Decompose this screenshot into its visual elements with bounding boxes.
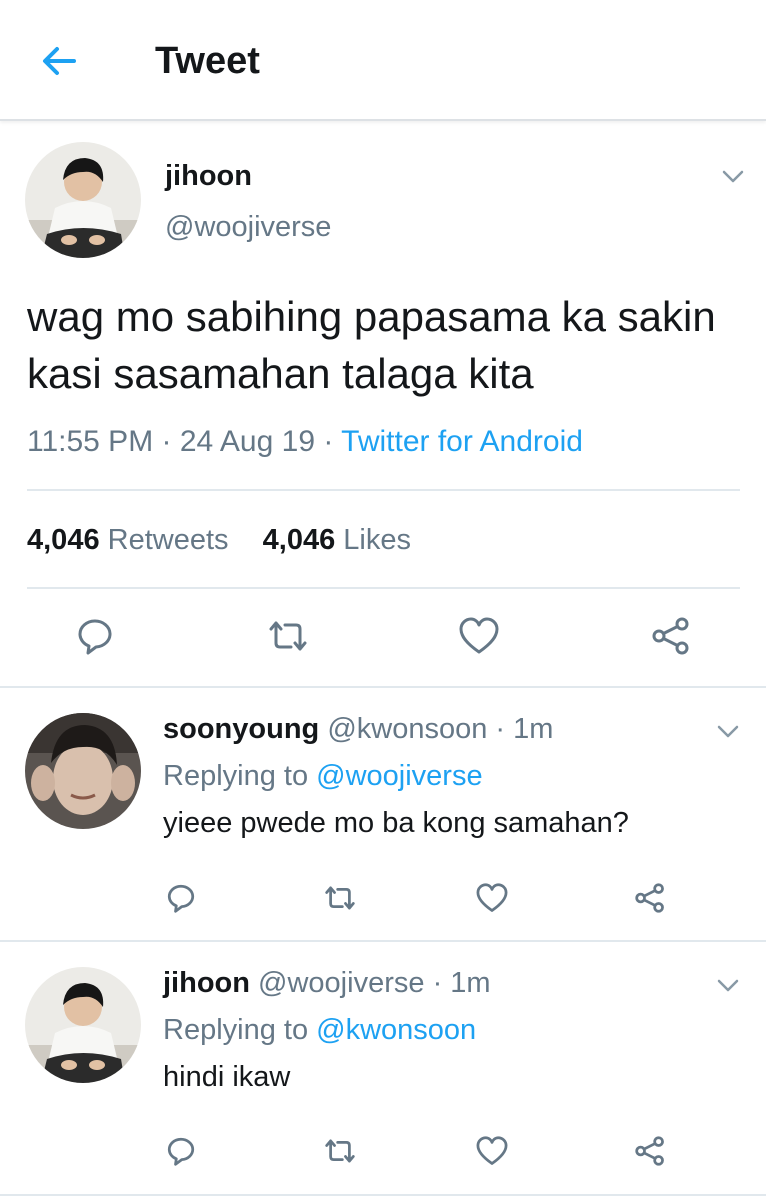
retweets-count: 4,046 [27, 524, 100, 556]
reply-author-line: soonyoung @kwonsoon · 1m [163, 709, 553, 749]
like-button[interactable] [474, 880, 510, 916]
meta-separator: · [323, 425, 334, 458]
author-handle[interactable]: @woojiverse [165, 208, 331, 246]
like-button[interactable] [474, 1133, 510, 1169]
page-title: Tweet [155, 40, 260, 82]
avatar[interactable] [25, 713, 141, 829]
divider [0, 686, 766, 688]
retweets-label: Retweets [107, 524, 229, 556]
reply-time: 1m [513, 713, 554, 745]
tweet-stats: 4,046 Retweets 4,046 Likes [27, 518, 411, 562]
share-button[interactable] [632, 880, 668, 916]
reply-text: yieee pwede mo ba kong samahan? [163, 807, 629, 839]
reply-time: 1m [450, 967, 491, 999]
like-button[interactable] [456, 613, 502, 659]
replying-to-label: Replying to [163, 1014, 309, 1046]
reply-author-name[interactable]: jihoon [163, 967, 250, 999]
reply-icon [167, 884, 195, 913]
reply-button[interactable] [163, 1133, 199, 1169]
meta-separator: · [161, 425, 172, 458]
retweet-button[interactable] [322, 1133, 358, 1169]
retweets-stat[interactable]: 4,046 Retweets [27, 524, 229, 556]
share-icon [635, 1136, 664, 1166]
share-button[interactable] [632, 1133, 668, 1169]
reply-button[interactable] [72, 613, 118, 659]
avatar[interactable] [25, 142, 141, 258]
reply-text: hindi ikaw [163, 1061, 291, 1093]
like-icon [476, 883, 508, 912]
retweet-icon [269, 621, 307, 651]
chevron-down-icon [717, 979, 739, 992]
mention-link[interactable]: @kwonsoon [316, 1014, 476, 1046]
tweet-meta: 11:55 PM · 24 Aug 19 · Twitter for Andro… [27, 420, 583, 464]
reply-author-name[interactable]: soonyoung [163, 713, 319, 745]
arrow-left-icon [43, 47, 76, 75]
divider [0, 1194, 766, 1196]
tweet-date: 24 Aug 19 [179, 425, 316, 458]
tweet-time: 11:55 PM [27, 425, 154, 458]
likes-stat[interactable]: 4,046 Likes [263, 524, 411, 556]
reply-author-handle[interactable]: @woojiverse [258, 967, 424, 999]
tweet-menu-button[interactable] [715, 975, 741, 995]
divider [0, 940, 766, 942]
chevron-down-icon [722, 170, 744, 183]
reply-icon [78, 619, 112, 655]
chevron-down-icon [717, 725, 739, 738]
meta-separator: · [495, 713, 506, 745]
mention-link[interactable]: @woojiverse [316, 760, 482, 792]
reply-icon [167, 1137, 195, 1166]
top-bar: Tweet [0, 0, 766, 121]
meta-separator: · [432, 967, 443, 999]
divider [27, 489, 740, 491]
like-icon [459, 617, 499, 654]
likes-label: Likes [343, 524, 411, 556]
retweet-button[interactable] [265, 613, 311, 659]
reply-author-line: jihoon @woojiverse · 1m [163, 963, 491, 1003]
replying-to-line: Replying to @woojiverse [163, 756, 483, 796]
retweet-icon [325, 886, 355, 910]
share-button[interactable] [648, 613, 694, 659]
replying-to-line: Replying to @kwonsoon [163, 1010, 476, 1050]
share-icon [635, 883, 664, 913]
share-icon [652, 617, 689, 655]
retweet-button[interactable] [322, 880, 358, 916]
divider [27, 587, 740, 589]
tweet-source-link[interactable]: Twitter for Android [341, 425, 583, 458]
back-button[interactable] [36, 40, 82, 82]
replying-to-label: Replying to [163, 760, 309, 792]
tweet-menu-button[interactable] [715, 721, 741, 741]
author-name[interactable]: jihoon [165, 157, 252, 195]
tweet-menu-button[interactable] [720, 166, 746, 186]
tweet-text: wag mo sabihing papasama ka sakin kasi s… [27, 293, 716, 397]
reply-button[interactable] [163, 880, 199, 916]
avatar[interactable] [25, 967, 141, 1083]
retweet-icon [325, 1139, 355, 1163]
reply-author-handle[interactable]: @kwonsoon [327, 713, 487, 745]
likes-count: 4,046 [262, 524, 336, 556]
like-icon [476, 1136, 508, 1165]
